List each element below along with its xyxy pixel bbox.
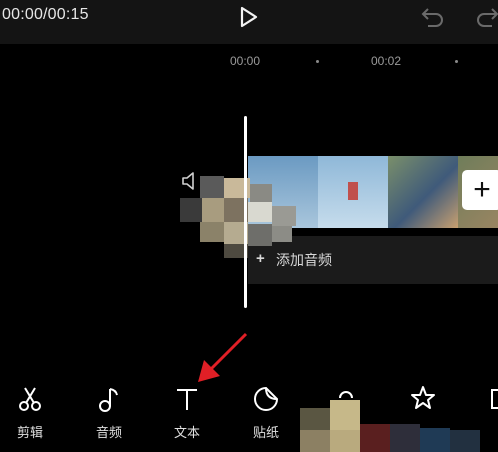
scissors-icon xyxy=(19,387,41,411)
toolbar-text-button[interactable]: 文本 xyxy=(159,384,215,444)
sticker-icon xyxy=(254,386,279,411)
toolbar-label: 音频 xyxy=(95,425,122,440)
clip-thumbnail xyxy=(318,156,388,228)
toolbar-label: 剪辑 xyxy=(16,425,43,440)
more-icon xyxy=(491,389,498,409)
red-arrow-annotation xyxy=(198,332,248,382)
speaker-icon[interactable] xyxy=(180,170,202,192)
ruler-tick xyxy=(455,60,458,63)
music-note-icon xyxy=(99,388,118,412)
clip-thumbnail xyxy=(388,156,458,228)
toolbar-label: 贴纸 xyxy=(252,425,279,440)
ruler-label-0: 00:00 xyxy=(230,54,261,68)
add-audio-plus-icon: + xyxy=(256,250,265,267)
timecode: 00:00/00:15 xyxy=(2,6,89,23)
add-clip-button[interactable]: + xyxy=(462,170,498,210)
ruler-tick xyxy=(316,60,319,63)
undo-icon[interactable] xyxy=(420,5,446,29)
toolbar-label: 文本 xyxy=(173,425,200,440)
ruler-label-2: 00:02 xyxy=(371,54,402,68)
toolbar-sticker-button[interactable]: 贴纸 xyxy=(238,384,294,444)
toolbar-clip-button[interactable]: 剪辑 xyxy=(2,384,58,444)
clip-figure xyxy=(348,182,358,200)
toolbar-audio-button[interactable]: 音频 xyxy=(81,384,137,444)
plus-icon: + xyxy=(473,173,491,206)
star-icon xyxy=(411,386,435,409)
add-audio-label[interactable]: 添加音频 xyxy=(276,250,332,270)
text-icon xyxy=(177,389,197,410)
redo-icon[interactable] xyxy=(474,5,498,29)
playhead[interactable] xyxy=(244,116,247,308)
play-icon[interactable] xyxy=(236,5,260,29)
